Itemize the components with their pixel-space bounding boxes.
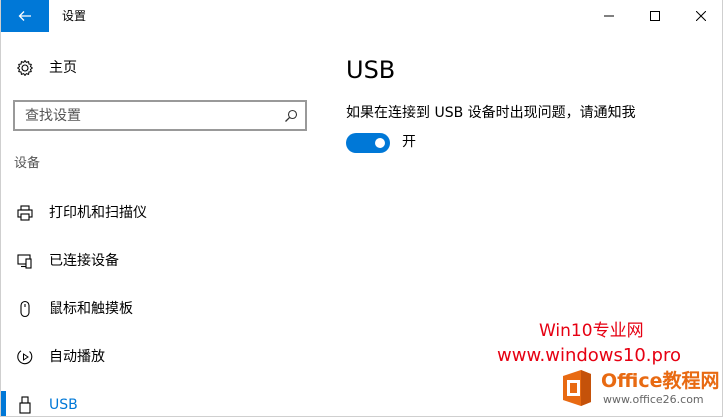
page-title: USB bbox=[346, 56, 396, 84]
connected-devices-icon bbox=[15, 251, 35, 271]
sidebar-item-label: USB bbox=[49, 397, 78, 413]
toggle-state-label: 开 bbox=[402, 134, 416, 150]
sidebar-item-home[interactable]: 主页 bbox=[1, 48, 319, 88]
search-input[interactable] bbox=[15, 102, 275, 129]
watermark-url: www.windows10.pro bbox=[497, 345, 681, 366]
toggle-knob bbox=[375, 138, 385, 148]
sidebar-item-connected-devices[interactable]: 已连接设备 bbox=[1, 241, 319, 281]
minimize-icon bbox=[604, 15, 614, 17]
usb-icon bbox=[15, 395, 35, 415]
sidebar-item-label: 打印机和扫描仪 bbox=[49, 205, 147, 221]
close-icon bbox=[696, 11, 706, 21]
sidebar-item-mouse[interactable]: 鼠标和触摸板 bbox=[1, 289, 319, 329]
sidebar-item-usb[interactable]: USB bbox=[1, 385, 319, 416]
search-icon[interactable] bbox=[283, 108, 299, 124]
usb-notify-toggle[interactable] bbox=[346, 133, 390, 153]
close-button[interactable] bbox=[678, 0, 722, 32]
gear-icon bbox=[15, 58, 35, 78]
autoplay-icon bbox=[15, 347, 35, 367]
brand-url: www.office26.com bbox=[603, 393, 704, 406]
section-heading-devices: 设备 bbox=[14, 156, 41, 171]
sidebar-item-label: 自动播放 bbox=[49, 349, 105, 365]
printer-icon bbox=[15, 203, 35, 223]
sidebar-item-autoplay[interactable]: 自动播放 bbox=[1, 337, 319, 377]
office-brand-watermark: Office教程网 www.office26.com bbox=[557, 368, 720, 412]
sidebar-item-label: 已连接设备 bbox=[49, 253, 119, 269]
brand-name: Office教程网 bbox=[601, 370, 720, 392]
back-arrow-icon bbox=[18, 11, 31, 21]
sidebar-item-label: 鼠标和触摸板 bbox=[49, 301, 133, 317]
mouse-icon bbox=[15, 299, 35, 319]
usb-notify-setting-label: 如果在连接到 USB 设备时出现问题，请通知我 bbox=[346, 105, 636, 121]
minimize-button[interactable] bbox=[586, 0, 632, 32]
back-button[interactable] bbox=[1, 0, 49, 32]
title-bar: 设置 bbox=[1, 0, 722, 32]
window-title: 设置 bbox=[62, 9, 87, 23]
maximize-button[interactable] bbox=[632, 0, 678, 32]
sidebar-item-printers[interactable]: 打印机和扫描仪 bbox=[1, 193, 319, 233]
settings-window: 设置 主页 查找设置 设备 打印机和扫描仪 已连接设备 鼠标和触摸板 自动播放 … bbox=[0, 0, 723, 417]
maximize-icon bbox=[650, 11, 660, 21]
sidebar-item-label: 主页 bbox=[49, 60, 77, 76]
watermark-win10: Win10专业网 bbox=[539, 321, 644, 341]
search-box bbox=[13, 100, 307, 131]
office-logo-icon bbox=[563, 370, 591, 406]
selected-indicator bbox=[1, 391, 6, 416]
